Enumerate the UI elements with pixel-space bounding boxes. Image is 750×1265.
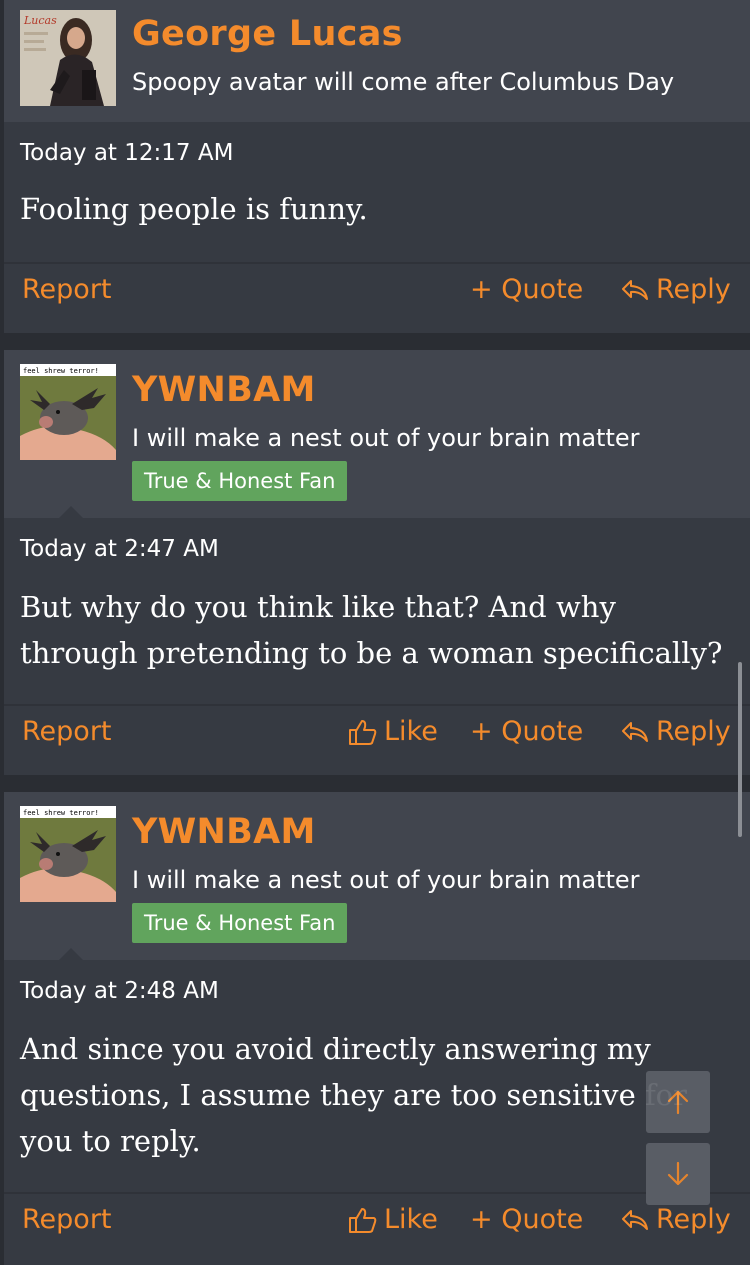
like-button[interactable]: Like xyxy=(348,716,438,747)
avatar-image: Lucas xyxy=(20,10,116,106)
reply-arrow-icon xyxy=(622,1209,648,1230)
scrollbar[interactable] xyxy=(738,662,742,837)
divider xyxy=(4,704,750,706)
username[interactable]: YWNBAM xyxy=(132,812,316,852)
post-message: And since you avoid directly answering m… xyxy=(20,1032,687,1158)
reply-label: Reply xyxy=(656,716,731,747)
post-message: But why do you think like that? And why … xyxy=(20,590,723,670)
avatar-image: feel shrew terror! xyxy=(20,364,116,460)
avatar-caption: feel shrew terror! xyxy=(23,809,99,817)
avatar[interactable]: Lucas xyxy=(20,10,116,106)
post-header: Lucas George Lucas Spoopy avatar will co… xyxy=(4,0,750,122)
post-timestamp[interactable]: Today at 2:47 AM xyxy=(20,536,219,562)
post: feel shrew terror! YWNBAM I will make a … xyxy=(4,792,750,1265)
reply-button[interactable]: Reply xyxy=(620,716,731,747)
like-label: Like xyxy=(384,716,438,747)
like-label: Like xyxy=(384,1204,438,1235)
quote-label: + Quote xyxy=(470,274,584,305)
username[interactable]: YWNBAM xyxy=(132,370,316,410)
reply-button[interactable]: Reply xyxy=(620,274,731,305)
report-label: Report xyxy=(22,274,112,305)
header-notch xyxy=(59,948,83,960)
post-message: Fooling people is funny. xyxy=(20,192,368,226)
reply-arrow-icon xyxy=(622,721,648,742)
reply-button[interactable]: Reply xyxy=(620,1204,731,1235)
user-title: Spoopy avatar will come after Columbus D… xyxy=(132,68,675,96)
post-timestamp[interactable]: Today at 12:17 AM xyxy=(20,140,233,166)
avatar[interactable]: feel shrew terror! xyxy=(20,806,116,902)
quote-button[interactable]: + Quote xyxy=(470,274,583,305)
user-title: I will make a nest out of your brain mat… xyxy=(132,424,640,452)
post-header: feel shrew terror! YWNBAM I will make a … xyxy=(4,350,750,518)
avatar-image: feel shrew terror! xyxy=(20,806,116,902)
quote-button[interactable]: + Quote xyxy=(470,716,583,747)
scroll-to-top-button[interactable] xyxy=(646,1071,710,1133)
report-label: Report xyxy=(22,716,112,747)
report-button[interactable]: Report xyxy=(22,274,112,305)
post: Lucas George Lucas Spoopy avatar will co… xyxy=(4,0,750,333)
thumbs-up-icon xyxy=(349,719,377,745)
avatar-caption: feel shrew terror! xyxy=(23,367,99,375)
avatar-logo-text: Lucas xyxy=(23,14,57,27)
post-header: feel shrew terror! YWNBAM I will make a … xyxy=(4,792,750,960)
avatar[interactable]: feel shrew terror! xyxy=(20,364,116,460)
report-button[interactable]: Report xyxy=(22,716,112,747)
header-notch xyxy=(59,506,83,518)
reply-label: Reply xyxy=(656,1204,731,1235)
like-button[interactable]: Like xyxy=(348,1204,438,1235)
thumbs-up-icon xyxy=(349,1207,377,1233)
report-label: Report xyxy=(22,1204,112,1235)
divider xyxy=(4,1192,750,1194)
user-banner: True & Honest Fan xyxy=(132,461,348,501)
quote-button[interactable]: + Quote xyxy=(470,1204,583,1235)
username[interactable]: George Lucas xyxy=(132,14,403,54)
reply-arrow-icon xyxy=(622,279,648,300)
quote-label: + Quote xyxy=(470,1204,584,1235)
user-banner: True & Honest Fan xyxy=(132,903,348,943)
post: feel shrew terror! YWNBAM I will make a … xyxy=(4,350,750,775)
scroll-to-bottom-button[interactable] xyxy=(646,1143,710,1205)
arrow-down-icon xyxy=(667,1161,689,1186)
post-timestamp[interactable]: Today at 2:48 AM xyxy=(20,978,219,1004)
quote-label: + Quote xyxy=(470,716,584,747)
user-title: I will make a nest out of your brain mat… xyxy=(132,866,640,894)
divider xyxy=(4,262,750,264)
arrow-up-icon xyxy=(667,1090,689,1115)
report-button[interactable]: Report xyxy=(22,1204,112,1235)
reply-label: Reply xyxy=(656,274,731,305)
